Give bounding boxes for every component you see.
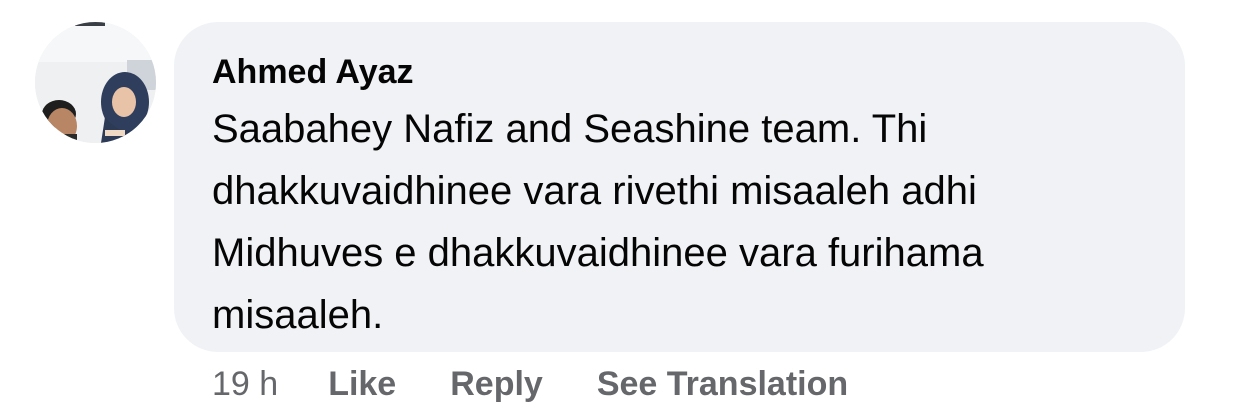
comment-bubble: Ahmed Ayaz Saabahey Nafiz and Seashine t… xyxy=(174,22,1185,352)
comment-timestamp[interactable]: 19 h xyxy=(212,365,278,404)
like-button[interactable]: Like xyxy=(328,365,396,404)
comment-actions: 19 h Like Reply See Translation xyxy=(212,362,848,406)
profile-photo-icon xyxy=(35,22,156,143)
comment-text: Saabahey Nafiz and Seashine team. Thi dh… xyxy=(212,107,984,337)
avatar[interactable] xyxy=(35,22,156,143)
see-translation-button[interactable]: See Translation xyxy=(597,365,848,404)
comment: Ahmed Ayaz Saabahey Nafiz and Seashine t… xyxy=(0,0,1242,413)
comment-author[interactable]: Ahmed Ayaz xyxy=(212,52,1149,92)
reply-button[interactable]: Reply xyxy=(450,365,543,404)
